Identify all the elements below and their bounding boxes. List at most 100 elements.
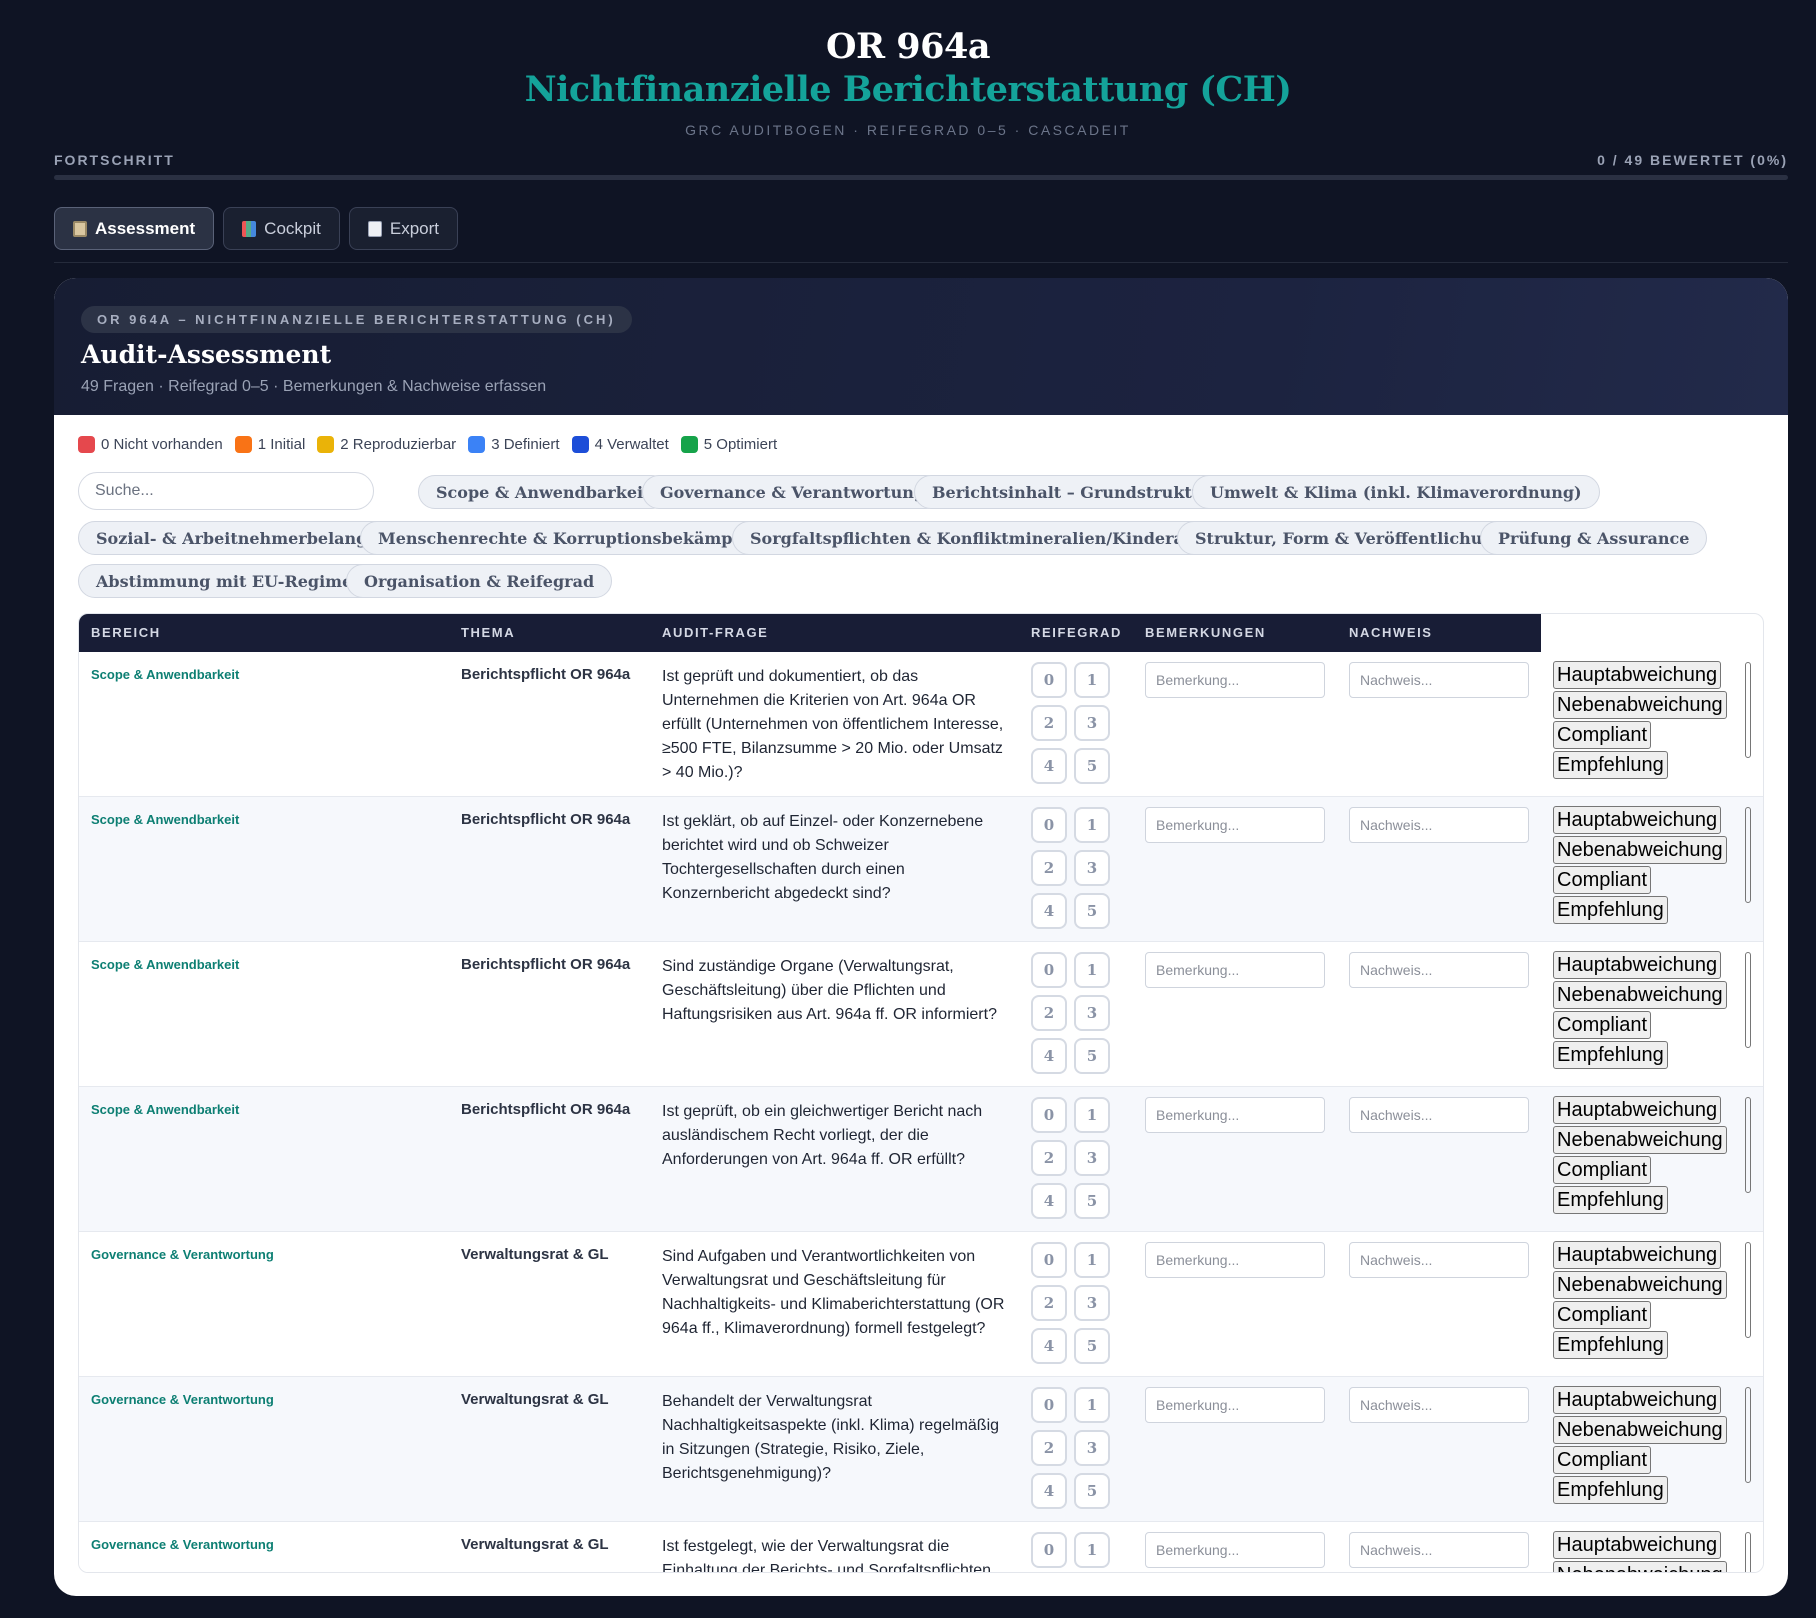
- finding-option[interactable]: Empfehlung: [1553, 1041, 1668, 1069]
- finding-option[interactable]: Nebenabweichung: [1553, 1126, 1727, 1154]
- finding-option[interactable]: Empfehlung: [1553, 751, 1668, 779]
- maturity-button-5[interactable]: 5: [1074, 1328, 1110, 1364]
- evidence-input[interactable]: [1349, 662, 1529, 698]
- finding-option[interactable]: Hauptabweichung: [1553, 661, 1722, 689]
- maturity-button-2[interactable]: 2: [1031, 1430, 1067, 1466]
- filter-chip[interactable]: Umwelt & Klima (inkl. Klimaverordnung): [1192, 475, 1600, 509]
- finding-option[interactable]: Nebenabweichung: [1553, 1271, 1727, 1299]
- maturity-button-3[interactable]: 3: [1074, 995, 1110, 1031]
- maturity-button-0[interactable]: 0: [1031, 1387, 1067, 1423]
- maturity-button-4[interactable]: 4: [1031, 748, 1067, 784]
- filter-chip[interactable]: Menschenrechte & Korruptionsbekämpfung: [360, 521, 792, 555]
- finding-option[interactable]: Compliant: [1553, 721, 1652, 749]
- maturity-button-5[interactable]: 5: [1074, 893, 1110, 929]
- filter-chip[interactable]: Berichtsinhalt – Grundstruktur: [914, 475, 1230, 509]
- maturity-button-0[interactable]: 0: [1031, 662, 1067, 698]
- filter-chip[interactable]: Organisation & Reifegrad: [346, 564, 613, 598]
- maturity-button-1[interactable]: 1: [1074, 1097, 1110, 1133]
- finding-option[interactable]: Empfehlung: [1553, 1186, 1668, 1214]
- remark-input[interactable]: [1145, 662, 1325, 698]
- maturity-button-4[interactable]: 4: [1031, 1183, 1067, 1219]
- evidence-input[interactable]: [1349, 1242, 1529, 1278]
- list-scrollbar[interactable]: [1745, 1097, 1751, 1193]
- filter-chip[interactable]: Sorgfaltspflichten & Konfliktmineralien/…: [732, 521, 1246, 555]
- evidence-input[interactable]: [1349, 952, 1529, 988]
- filter-chip[interactable]: Scope & Anwendbarkeit: [418, 475, 669, 509]
- remark-input[interactable]: [1145, 1387, 1325, 1423]
- tab-cockpit[interactable]: Cockpit: [223, 207, 340, 250]
- finding-option[interactable]: Empfehlung: [1553, 1476, 1668, 1504]
- finding-option[interactable]: Empfehlung: [1553, 896, 1668, 924]
- maturity-button-1[interactable]: 1: [1074, 807, 1110, 843]
- remark-input[interactable]: [1145, 952, 1325, 988]
- list-scrollbar[interactable]: [1745, 1387, 1751, 1483]
- evidence-input[interactable]: [1349, 807, 1529, 843]
- maturity-button-4[interactable]: 4: [1031, 1328, 1067, 1364]
- search-input[interactable]: [78, 472, 374, 510]
- remark-input[interactable]: [1145, 807, 1325, 843]
- finding-option[interactable]: Hauptabweichung: [1553, 1386, 1722, 1414]
- maturity-button-5[interactable]: 5: [1074, 748, 1110, 784]
- evidence-input[interactable]: [1349, 1532, 1529, 1568]
- finding-option[interactable]: Nebenabweichung: [1553, 691, 1727, 719]
- filter-chip[interactable]: Sozial- & Arbeitnehmerbelange: [78, 521, 396, 555]
- finding-option[interactable]: Compliant: [1553, 1156, 1652, 1184]
- maturity-button-4[interactable]: 4: [1031, 893, 1067, 929]
- maturity-button-5[interactable]: 5: [1074, 1038, 1110, 1074]
- remark-input[interactable]: [1145, 1242, 1325, 1278]
- remark-input[interactable]: [1145, 1097, 1325, 1133]
- filter-chip[interactable]: Governance & Verantwortung: [642, 475, 944, 509]
- maturity-button-5[interactable]: 5: [1074, 1183, 1110, 1219]
- maturity-button-1[interactable]: 1: [1074, 952, 1110, 988]
- maturity-button-1[interactable]: 1: [1074, 1242, 1110, 1278]
- finding-option[interactable]: Hauptabweichung: [1553, 1096, 1722, 1124]
- evidence-input[interactable]: [1349, 1097, 1529, 1133]
- filter-chip[interactable]: Abstimmung mit EU-Regimen: [78, 564, 382, 598]
- finding-option[interactable]: Hauptabweichung: [1553, 1531, 1722, 1559]
- maturity-button-0[interactable]: 0: [1031, 807, 1067, 843]
- finding-option[interactable]: Nebenabweichung: [1553, 1561, 1727, 1572]
- maturity-button-2[interactable]: 2: [1031, 705, 1067, 741]
- finding-option[interactable]: Compliant: [1553, 1301, 1652, 1329]
- maturity-button-2[interactable]: 2: [1031, 1140, 1067, 1176]
- tab-export[interactable]: Export: [348, 207, 458, 250]
- tab-assessment[interactable]: Assessment: [54, 207, 215, 250]
- maturity-button-0[interactable]: 0: [1031, 1532, 1067, 1568]
- finding-option[interactable]: Compliant: [1553, 1446, 1652, 1474]
- finding-option[interactable]: Hauptabweichung: [1553, 951, 1722, 979]
- filter-chip[interactable]: Struktur, Form & Veröffentlichung: [1177, 521, 1524, 555]
- evidence-input[interactable]: [1349, 1387, 1529, 1423]
- list-scrollbar[interactable]: [1745, 1242, 1751, 1338]
- finding-option[interactable]: Nebenabweichung: [1553, 1416, 1727, 1444]
- maturity-button-2[interactable]: 2: [1031, 995, 1067, 1031]
- maturity-button-1[interactable]: 1: [1074, 1532, 1110, 1568]
- list-scrollbar[interactable]: [1745, 952, 1751, 1048]
- maturity-button-0[interactable]: 0: [1031, 1242, 1067, 1278]
- maturity-button-4[interactable]: 4: [1031, 1473, 1067, 1509]
- finding-option[interactable]: Compliant: [1553, 866, 1652, 894]
- filter-chip[interactable]: Prüfung & Assurance: [1480, 521, 1708, 555]
- remark-input[interactable]: [1145, 1532, 1325, 1568]
- maturity-button-2[interactable]: 2: [1031, 1285, 1067, 1321]
- maturity-button-3[interactable]: 3: [1074, 1140, 1110, 1176]
- maturity-button-3[interactable]: 3: [1074, 1285, 1110, 1321]
- finding-option[interactable]: Hauptabweichung: [1553, 806, 1722, 834]
- finding-option[interactable]: Empfehlung: [1553, 1331, 1668, 1359]
- list-scrollbar[interactable]: [1745, 1532, 1751, 1572]
- maturity-button-1[interactable]: 1: [1074, 1387, 1110, 1423]
- finding-option[interactable]: Compliant: [1553, 1011, 1652, 1039]
- finding-option[interactable]: Nebenabweichung: [1553, 836, 1727, 864]
- maturity-button-3[interactable]: 3: [1074, 1430, 1110, 1466]
- maturity-button-0[interactable]: 0: [1031, 1097, 1067, 1133]
- maturity-button-3[interactable]: 3: [1074, 705, 1110, 741]
- maturity-button-5[interactable]: 5: [1074, 1473, 1110, 1509]
- finding-option[interactable]: Nebenabweichung: [1553, 981, 1727, 1009]
- maturity-button-1[interactable]: 1: [1074, 662, 1110, 698]
- maturity-button-4[interactable]: 4: [1031, 1038, 1067, 1074]
- maturity-button-2[interactable]: 2: [1031, 850, 1067, 886]
- maturity-button-0[interactable]: 0: [1031, 952, 1067, 988]
- list-scrollbar[interactable]: [1745, 807, 1751, 903]
- finding-option[interactable]: Hauptabweichung: [1553, 1241, 1722, 1269]
- maturity-button-3[interactable]: 3: [1074, 850, 1110, 886]
- list-scrollbar[interactable]: [1745, 662, 1751, 758]
